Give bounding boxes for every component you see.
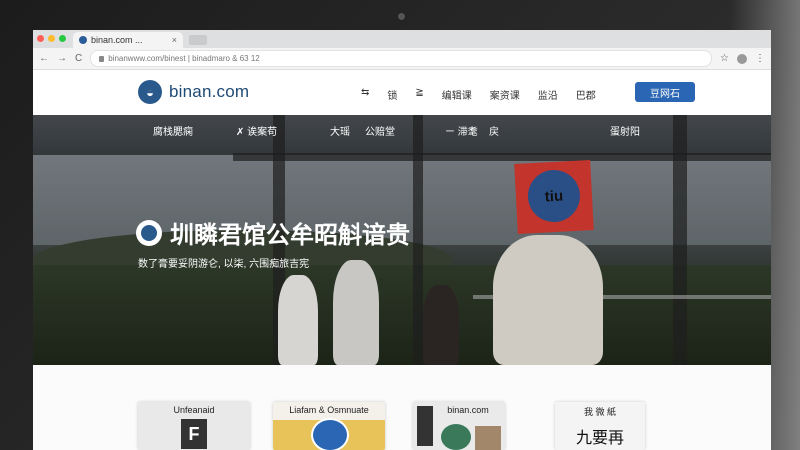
product-card[interactable]: 我 微 紙 九要再 bbox=[555, 402, 645, 450]
close-window-button[interactable] bbox=[37, 35, 44, 42]
logo-text: binan.com bbox=[169, 82, 250, 101]
address-text: binanwww.com/binest | binadmaro & 63 12 bbox=[108, 54, 260, 63]
webcam bbox=[397, 12, 406, 21]
hero-menu-item[interactable]: 大瑶 bbox=[330, 123, 350, 138]
hero-menu-item[interactable]: ✗ 诶案苟 bbox=[236, 123, 277, 138]
nav-item[interactable]: 巴郡 bbox=[576, 87, 596, 102]
back-icon[interactable]: ← bbox=[39, 53, 49, 64]
product-card[interactable]: binan.com bbox=[413, 402, 505, 450]
product-section: Unfeanaid F Liafam & Osmnuate binan.com … bbox=[33, 365, 771, 450]
sign-logo: tiu bbox=[526, 168, 582, 224]
reload-icon[interactable]: C bbox=[75, 53, 82, 64]
person-figure bbox=[333, 260, 379, 365]
card-box bbox=[475, 426, 501, 450]
hero-menu-item[interactable]: 公赔堂 bbox=[365, 123, 395, 138]
card-label: Unfeanaid bbox=[173, 405, 215, 415]
person-figure bbox=[493, 235, 603, 365]
nav-item[interactable]: 监沿 bbox=[538, 87, 558, 102]
lock-icon bbox=[99, 55, 105, 62]
forward-icon[interactable]: → bbox=[57, 53, 67, 64]
logo-icon: ◒ bbox=[138, 80, 162, 104]
hero-banner: tiu 腐栈腮痫 ✗ 诶案苟 大瑶 公赔堂 ㄧ 滞耄 戻 蛋射阳 圳瞵君馆公牟昭… bbox=[33, 115, 771, 365]
minimize-window-button[interactable] bbox=[48, 35, 55, 42]
browser-menu-icon[interactable]: ⋮ bbox=[755, 53, 765, 64]
nav-item[interactable]: ⇆ bbox=[361, 87, 369, 102]
maximize-window-button[interactable] bbox=[59, 35, 66, 42]
tab-title: binan.com ... bbox=[91, 35, 143, 45]
tab-strip: binan.com ... × bbox=[33, 30, 771, 48]
red-sign: tiu bbox=[514, 160, 594, 234]
browser-tab[interactable]: binan.com ... × bbox=[73, 32, 183, 48]
person-figure bbox=[278, 275, 318, 365]
card-graphic: F bbox=[181, 419, 207, 449]
tab-close-icon[interactable]: × bbox=[172, 35, 177, 45]
profile-avatar[interactable] bbox=[737, 53, 747, 64]
card-label: 我 微 紙 bbox=[583, 407, 616, 417]
hero-subline: 数了膏要妥阴游仑, 以柒, 六围痴旅吉宪 bbox=[138, 259, 310, 270]
product-card[interactable]: Unfeanaid F bbox=[138, 402, 250, 450]
card-logo-icon bbox=[441, 424, 471, 450]
person-figure bbox=[423, 285, 459, 365]
favicon-icon bbox=[79, 36, 87, 44]
card-graphic bbox=[417, 406, 433, 446]
card-logo-icon bbox=[311, 418, 349, 450]
nav-item[interactable]: 案资课 bbox=[490, 87, 520, 102]
site-header: ◒ binan.com ⇆ 锁 ≧ 编辑课 案资课 监沿 巴郡 豆网石 bbox=[33, 70, 771, 116]
card-label: Liafam & Osmnuate bbox=[289, 405, 369, 415]
headline-text: 圳瞵君馆公牟昭斛谙贵 bbox=[170, 222, 410, 249]
cta-button[interactable]: 豆网石 bbox=[635, 82, 695, 102]
site-nav: ⇆ 锁 ≧ 编辑课 案资课 监沿 巴郡 bbox=[361, 87, 596, 102]
card-graphic: 九要再 bbox=[575, 428, 624, 447]
site-logo[interactable]: ◒ binan.com bbox=[138, 80, 249, 104]
nav-item[interactable]: 锁 bbox=[387, 87, 397, 102]
bookmark-star-icon[interactable]: ☆ bbox=[720, 53, 729, 64]
hero-menu-item[interactable]: 腐栈腮痫 bbox=[153, 123, 193, 138]
hero-menu-item[interactable]: 蛋射阳 bbox=[610, 123, 640, 138]
window-controls bbox=[37, 35, 66, 42]
address-toolbar: ← → C binanwww.com/binest | binadmaro & … bbox=[33, 48, 771, 70]
product-card[interactable]: Liafam & Osmnuate bbox=[273, 402, 385, 450]
nav-item[interactable]: ≧ bbox=[415, 87, 423, 102]
hero-menu-item[interactable]: 戻 bbox=[489, 123, 499, 138]
browser-window: binan.com ... × ← → C binanwww.com/bines… bbox=[33, 30, 771, 450]
headline-logo-icon bbox=[136, 219, 162, 246]
address-bar[interactable]: binanwww.com/binest | binadmaro & 63 12 bbox=[90, 50, 713, 67]
hero-menu-item[interactable]: ㄧ 滞耄 bbox=[445, 123, 478, 138]
new-tab-button[interactable] bbox=[189, 35, 207, 45]
nav-item[interactable]: 编辑课 bbox=[442, 87, 472, 102]
hero-headline: 圳瞵君馆公牟昭斛谙贵 bbox=[136, 215, 410, 250]
